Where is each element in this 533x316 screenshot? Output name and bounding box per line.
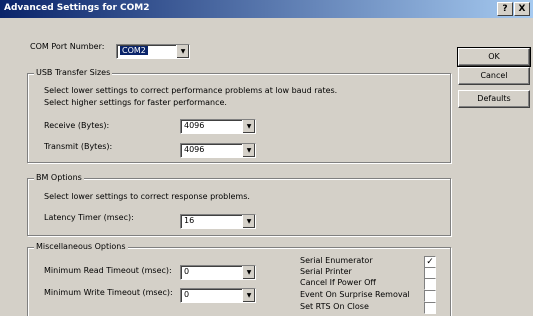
min-read-value: 0 <box>184 267 190 276</box>
transmit-value: 4096 <box>184 145 205 154</box>
help-button[interactable]: ? <box>497 2 513 16</box>
min-write-value: 0 <box>184 290 190 299</box>
chevron-down-icon: ▼ <box>176 45 189 58</box>
cancel-if-power-off-checkbox[interactable] <box>424 278 436 290</box>
receive-select[interactable]: 4096 ▼ <box>180 119 256 134</box>
title-bar: Advanced Settings for COM2 ? X <box>0 0 533 18</box>
serial-printer-label: Serial Printer <box>300 267 352 276</box>
chevron-down-icon: ▼ <box>242 120 255 133</box>
advanced-settings-dialog: Advanced Settings for COM2 ? X COM Port … <box>0 0 533 316</box>
usb-desc-2: Select higher settings for faster perfor… <box>44 98 227 107</box>
chevron-down-icon: ▼ <box>242 215 255 228</box>
transmit-label: Transmit (Bytes): <box>44 142 113 151</box>
defaults-button[interactable]: Defaults <box>458 90 530 108</box>
misc-options-group: Miscellaneous Options <box>27 242 451 316</box>
usb-group-title: USB Transfer Sizes <box>34 68 113 77</box>
chevron-down-icon: ▼ <box>242 266 255 279</box>
chevron-down-icon: ▼ <box>242 144 255 157</box>
close-button[interactable]: X <box>514 2 530 16</box>
chevron-down-icon: ▼ <box>242 289 255 302</box>
com-port-select[interactable]: COM2 ▼ <box>116 44 190 59</box>
window-title: Advanced Settings for COM2 <box>4 3 150 13</box>
receive-label: Receive (Bytes): <box>44 121 110 130</box>
min-write-label: Minimum Write Timeout (msec): <box>44 288 173 297</box>
min-read-label: Minimum Read Timeout (msec): <box>44 266 172 275</box>
latency-value: 16 <box>184 216 195 225</box>
bm-group-title: BM Options <box>34 173 84 182</box>
transmit-select[interactable]: 4096 ▼ <box>180 143 256 158</box>
set-rts-on-close-checkbox[interactable] <box>424 302 436 314</box>
misc-group-title: Miscellaneous Options <box>34 242 128 251</box>
usb-desc-1: Select lower settings to correct perform… <box>44 86 338 95</box>
serial-enumerator-label: Serial Enumerator <box>300 256 373 265</box>
event-on-surprise-removal-checkbox[interactable] <box>424 290 436 302</box>
cancel-button[interactable]: Cancel <box>458 67 530 85</box>
ok-button[interactable]: OK <box>457 47 531 67</box>
bm-desc: Select lower settings to correct respons… <box>44 192 250 201</box>
com-port-label: COM Port Number: <box>30 42 105 51</box>
min-write-select[interactable]: 0 ▼ <box>180 288 256 303</box>
event-on-surprise-removal-label: Event On Surprise Removal <box>300 290 410 299</box>
latency-label: Latency Timer (msec): <box>44 213 134 222</box>
latency-select[interactable]: 16 ▼ <box>180 214 256 229</box>
com-port-value: COM2 <box>120 46 148 55</box>
cancel-if-power-off-label: Cancel If Power Off <box>300 278 376 287</box>
receive-value: 4096 <box>184 121 205 130</box>
set-rts-on-close-label: Set RTS On Close <box>300 302 369 311</box>
min-read-select[interactable]: 0 ▼ <box>180 265 256 280</box>
